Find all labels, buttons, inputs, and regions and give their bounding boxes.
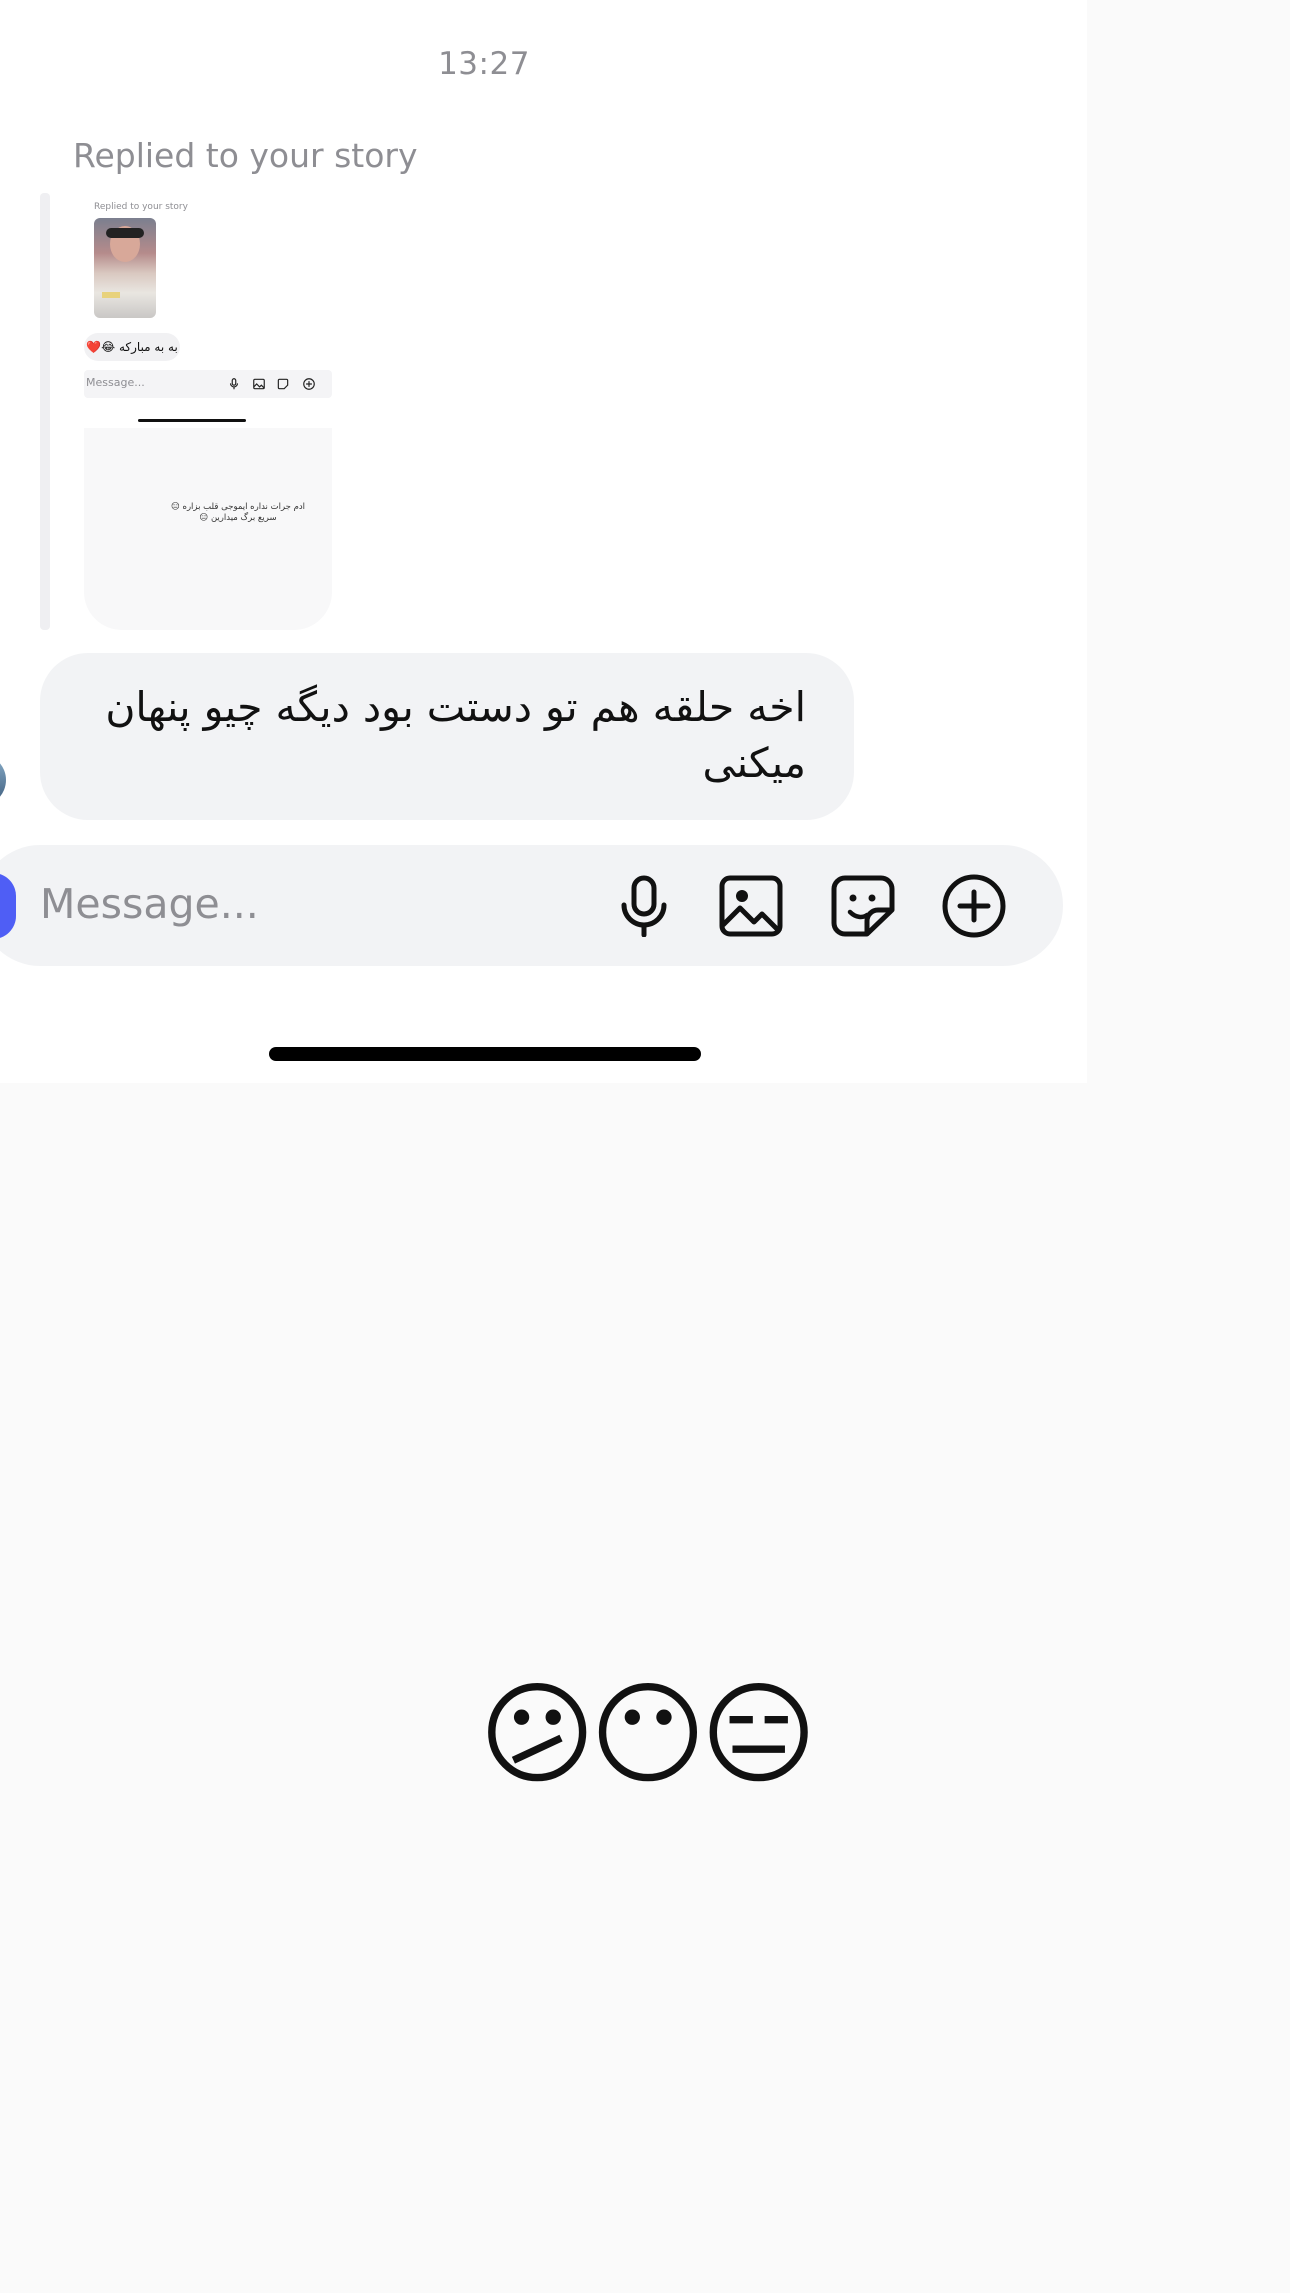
message-timestamp: 13:27 bbox=[438, 46, 530, 82]
chat-screenshot: 13:27 Replied to your story Replied to y… bbox=[0, 0, 1087, 1083]
emoji-overlay: 😕😶😑 bbox=[478, 1670, 817, 1800]
story-preview[interactable]: Replied to your story به به مبارکه 😂❤️ M… bbox=[84, 196, 332, 630]
message-text: اخه حلقه هم تو دستت بود دیگه چیو پنهان م… bbox=[105, 683, 806, 787]
home-indicator bbox=[269, 1047, 701, 1061]
sticker-icon bbox=[831, 875, 895, 937]
story-preview-caption: ادم جرات نداره ایموجی قلب بزاره 😑 سریع ب… bbox=[170, 502, 306, 523]
more-button[interactable] bbox=[941, 873, 1007, 939]
sticker-button[interactable] bbox=[830, 873, 896, 939]
gallery-button[interactable] bbox=[718, 873, 784, 939]
story-preview-input: Message... bbox=[84, 370, 332, 398]
story-preview-bubble: به به مبارکه 😂❤️ bbox=[84, 333, 180, 361]
plus-circle-icon bbox=[942, 874, 1006, 938]
replied-to-story-label: Replied to your story bbox=[73, 136, 418, 175]
microphone-icon bbox=[621, 875, 667, 937]
microphone-button[interactable] bbox=[611, 873, 677, 939]
story-preview-lower-area bbox=[84, 428, 332, 630]
message-input[interactable] bbox=[40, 873, 560, 935]
message-bubble[interactable]: اخه حلقه هم تو دستت بود دیگه چیو پنهان م… bbox=[40, 653, 854, 820]
mini-microphone-icon bbox=[229, 378, 239, 390]
avatar[interactable] bbox=[0, 754, 6, 806]
story-photo-detail bbox=[102, 292, 120, 298]
reply-indicator-bar bbox=[40, 193, 50, 630]
story-preview-replied-label: Replied to your story bbox=[94, 202, 188, 212]
story-preview-home-indicator bbox=[138, 419, 246, 422]
mini-plus-circle-icon bbox=[303, 378, 315, 390]
story-preview-input-placeholder: Message... bbox=[86, 376, 145, 389]
image-icon bbox=[719, 875, 783, 937]
story-preview-photo bbox=[94, 218, 156, 318]
mini-sticker-icon bbox=[277, 378, 289, 390]
mini-image-icon bbox=[253, 378, 265, 390]
story-photo-sunglasses bbox=[106, 228, 144, 238]
